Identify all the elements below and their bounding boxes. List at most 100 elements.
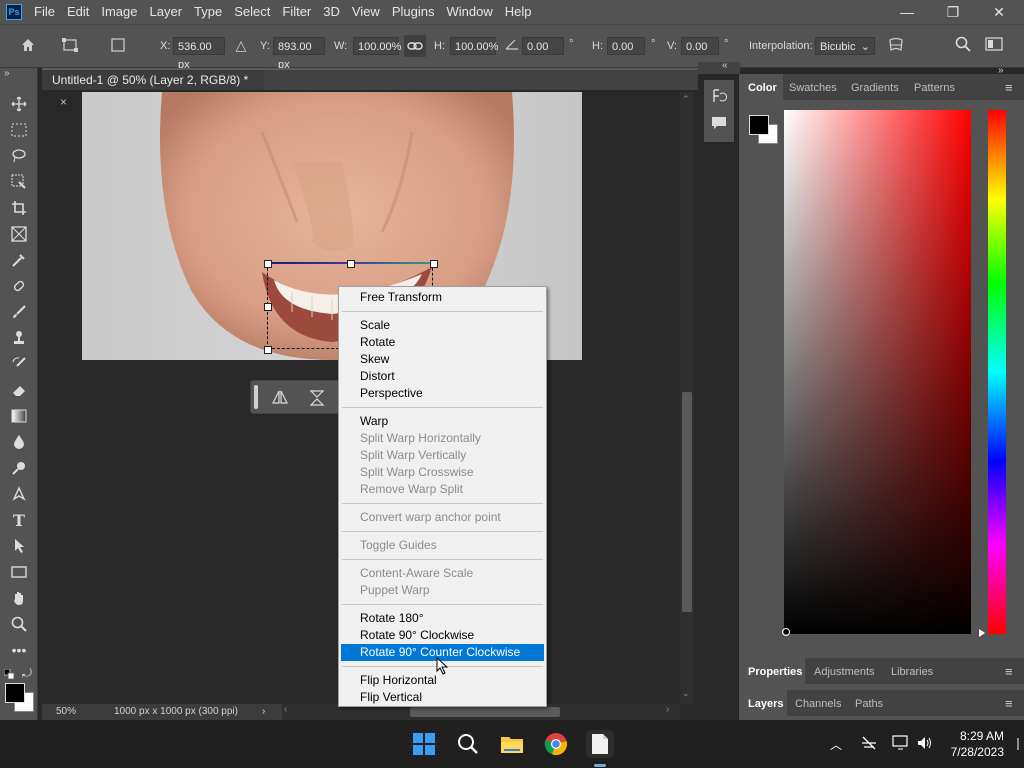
foreground-color-swatch[interactable]: [5, 683, 25, 703]
transform-mode-icon[interactable]: [58, 37, 82, 56]
transform-handle[interactable]: [264, 346, 272, 354]
menu-view[interactable]: View: [346, 0, 386, 24]
tab-patterns[interactable]: Patterns: [914, 82, 955, 94]
comments-panel-icon[interactable]: [711, 116, 727, 133]
type-tool-icon[interactable]: T: [8, 510, 30, 530]
collapse-panels-icon[interactable]: »: [998, 62, 1024, 76]
layers-menu-icon[interactable]: ≡: [1005, 696, 1013, 711]
menu-item-free-transform[interactable]: Free Transform: [341, 289, 544, 306]
menu-item-flip-vertical[interactable]: Flip Vertical: [341, 689, 544, 706]
scroll-right-icon[interactable]: ›: [666, 704, 669, 715]
scroll-up-icon[interactable]: ⌃: [682, 94, 690, 105]
lasso-tool-icon[interactable]: [8, 146, 30, 166]
workspace-icon[interactable]: [984, 36, 1004, 55]
zoom-level[interactable]: 50%: [56, 704, 76, 720]
menu-layer[interactable]: Layer: [144, 0, 189, 24]
tab-swatches[interactable]: Swatches: [789, 82, 837, 94]
x-position-field[interactable]: 536.00 px: [173, 37, 225, 71]
tab-layers[interactable]: Layers: [748, 698, 783, 710]
zoom-tool-icon[interactable]: [8, 614, 30, 634]
tab-gradients[interactable]: Gradients: [851, 82, 899, 94]
history-panel-icon[interactable]: [711, 88, 728, 107]
drag-handle[interactable]: [254, 385, 258, 409]
menu-item-scale[interactable]: Scale: [341, 317, 544, 334]
transform-handle[interactable]: [264, 260, 272, 268]
marquee-tool-icon[interactable]: [8, 120, 30, 140]
menu-item-rotate-90-clockwise[interactable]: Rotate 90° Clockwise: [341, 627, 544, 644]
link-aspect-button[interactable]: [404, 35, 426, 57]
chevron-right-icon[interactable]: ›: [262, 704, 265, 720]
blur-tool-icon[interactable]: [8, 432, 30, 452]
color-picker-cursor[interactable]: [782, 628, 790, 636]
start-icon[interactable]: [410, 730, 438, 758]
width-field[interactable]: 100.00%: [353, 37, 401, 55]
close-window-button[interactable]: ✕: [976, 0, 1022, 24]
collapse-toolbar-icon[interactable]: »: [4, 68, 10, 79]
color-picker-field[interactable]: [784, 110, 971, 634]
file-explorer-icon[interactable]: [498, 730, 526, 758]
flip-horizontal-icon[interactable]: [271, 389, 289, 408]
hand-tool-icon[interactable]: [8, 588, 30, 608]
home-icon[interactable]: [16, 37, 40, 56]
chevron-up-icon[interactable]: ︿: [830, 736, 842, 753]
tab-paths[interactable]: Paths: [855, 698, 883, 710]
warp-mode-icon[interactable]: [886, 36, 906, 57]
more-tools-icon[interactable]: •••: [8, 640, 30, 660]
menu-item-perspective[interactable]: Perspective: [341, 385, 544, 402]
menu-file[interactable]: File: [28, 0, 61, 24]
menu-item-rotate-180[interactable]: Rotate 180°: [341, 610, 544, 627]
flip-vertical-icon[interactable]: [309, 389, 325, 410]
maximize-button[interactable]: ❐: [930, 0, 976, 24]
notifications-icon[interactable]: [1014, 734, 1022, 757]
notepad-icon[interactable]: [586, 730, 614, 758]
vertical-scroll-thumb[interactable]: [682, 392, 692, 612]
panel-foreground-swatch[interactable]: [749, 115, 769, 135]
horizontal-scroll-thumb[interactable]: [410, 707, 560, 717]
tab-properties[interactable]: Properties: [748, 666, 802, 678]
eyedropper-tool-icon[interactable]: [8, 250, 30, 270]
menu-item-skew[interactable]: Skew: [341, 351, 544, 368]
menu-image[interactable]: Image: [95, 0, 143, 24]
move-tool-icon[interactable]: [8, 94, 30, 114]
healing-brush-tool-icon[interactable]: [8, 276, 30, 296]
crop-tool-icon[interactable]: [8, 198, 30, 218]
menu-item-distort[interactable]: Distort: [341, 368, 544, 385]
rectangle-tool-icon[interactable]: [8, 562, 30, 582]
menu-edit[interactable]: Edit: [61, 0, 95, 24]
eraser-tool-icon[interactable]: [8, 380, 30, 400]
menu-filter[interactable]: Filter: [276, 0, 317, 24]
tab-libraries[interactable]: Libraries: [891, 666, 933, 678]
dodge-tool-icon[interactable]: [8, 458, 30, 478]
link-xy-icon[interactable]: △: [232, 37, 250, 54]
height-field[interactable]: 100.00%: [450, 37, 498, 55]
tab-adjustments[interactable]: Adjustments: [814, 666, 875, 678]
interpolation-select[interactable]: Bicubic ⌄: [815, 37, 875, 55]
clone-stamp-tool-icon[interactable]: [8, 328, 30, 348]
close-tab-icon[interactable]: ×: [60, 95, 67, 109]
system-clock[interactable]: 8:29 AM 7/28/2023: [944, 728, 1004, 760]
expand-panels-icon[interactable]: «: [722, 60, 728, 71]
scroll-down-icon[interactable]: ⌄: [682, 688, 690, 699]
reference-point-icon[interactable]: [110, 38, 126, 55]
horizontal-skew-field[interactable]: 0.00: [607, 37, 645, 55]
search-icon[interactable]: [953, 36, 973, 55]
display-icon[interactable]: [892, 735, 910, 754]
vertical-scrollbar[interactable]: ⌃ ⌄: [680, 92, 694, 704]
transform-handle[interactable]: [430, 260, 438, 268]
menu-select[interactable]: Select: [228, 0, 276, 24]
minimize-button[interactable]: —: [884, 0, 930, 24]
menu-window[interactable]: Window: [440, 0, 498, 24]
path-selection-tool-icon[interactable]: [8, 536, 30, 556]
y-position-field[interactable]: 893.00 px: [273, 37, 325, 71]
swap-colors-icon[interactable]: ⤾: [22, 666, 32, 681]
hue-slider[interactable]: [988, 110, 1006, 634]
chrome-icon[interactable]: [542, 730, 570, 758]
network-offline-icon[interactable]: [860, 735, 878, 754]
history-brush-tool-icon[interactable]: [8, 354, 30, 374]
tab-channels[interactable]: Channels: [795, 698, 841, 710]
hue-slider-handle[interactable]: [979, 629, 985, 637]
menu-item-warp[interactable]: Warp: [341, 413, 544, 430]
tab-color[interactable]: Color: [748, 82, 777, 94]
pen-tool-icon[interactable]: [8, 484, 30, 504]
menu-type[interactable]: Type: [188, 0, 228, 24]
